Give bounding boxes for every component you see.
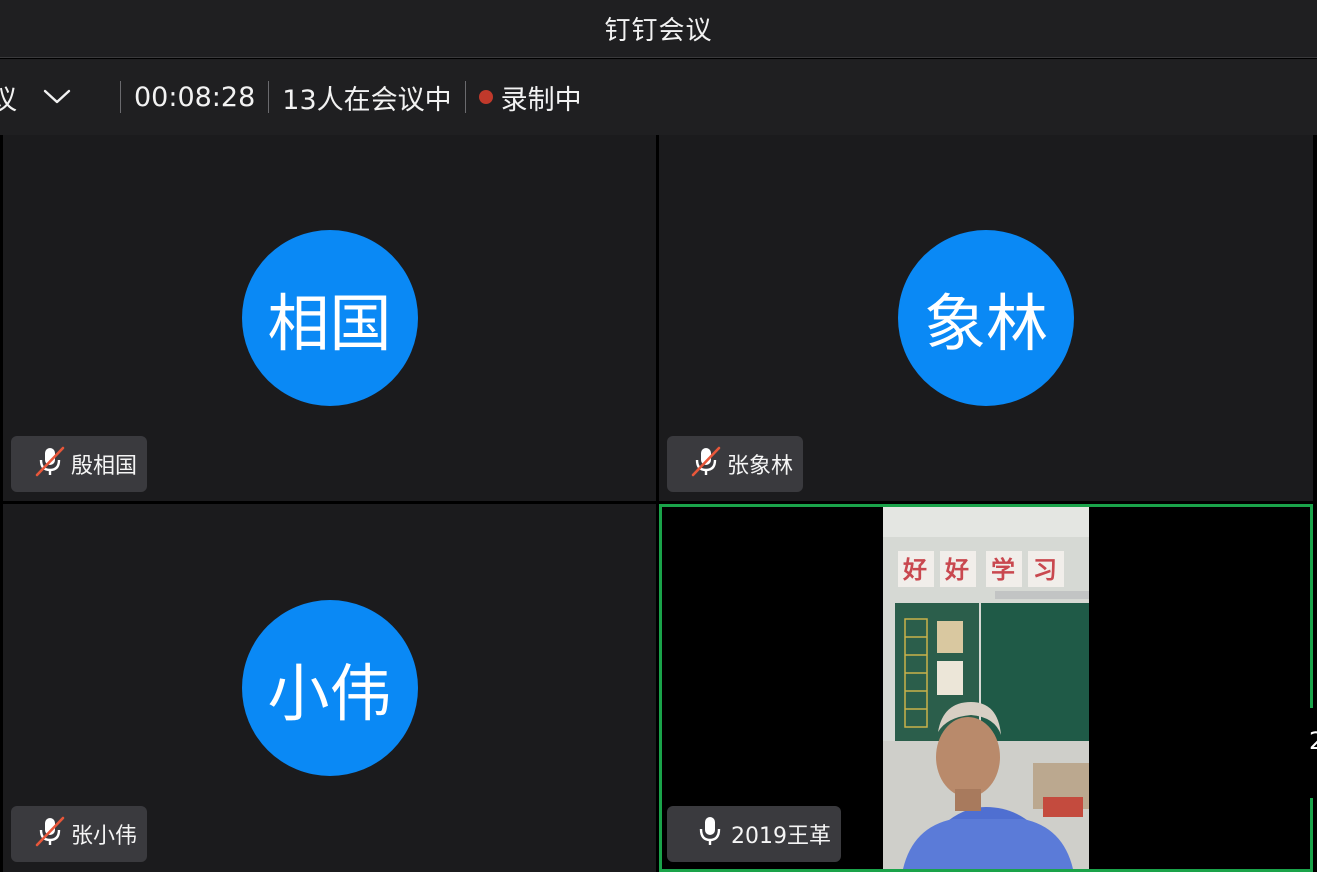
- participant-tile[interactable]: 相国 殷相国: [3, 135, 656, 501]
- banner-char: 好: [902, 556, 927, 584]
- title-bar: 钉钉会议: [0, 0, 1317, 58]
- banner-char: 习: [1033, 556, 1057, 584]
- chevron-down-icon[interactable]: [37, 77, 77, 117]
- participant-nameplate: 2019王革: [667, 806, 841, 862]
- participant-name: 张象林: [727, 454, 794, 479]
- divider: [268, 81, 270, 113]
- divider: [464, 81, 466, 113]
- participant-nameplate: 殷相国: [11, 436, 148, 492]
- camera-video: 好 好 学 习: [883, 507, 1089, 869]
- recording-dot-icon: [478, 90, 493, 104]
- mic-muted-icon: [33, 814, 71, 854]
- participant-tile[interactable]: 象林 张象林: [659, 135, 1313, 501]
- elapsed-time: 00:08:28: [134, 81, 256, 113]
- participant-name: 张小伟: [71, 824, 138, 849]
- mic-muted-icon: [33, 444, 71, 484]
- side-page-label[interactable]: 2: [1309, 727, 1317, 755]
- participant-tile[interactable]: 小伟 张小伟: [3, 504, 656, 872]
- microphone-icon: [693, 814, 731, 854]
- banner-char: 好: [944, 556, 969, 584]
- avatar: 小伟: [241, 600, 418, 776]
- video-grid: 相国 殷相国 象林 张象林 小伟 张小伟 好 好 学 习 2019王革: [0, 135, 1317, 872]
- mic-muted-icon: [689, 444, 727, 484]
- divider: [120, 81, 121, 113]
- window-title: 钉钉会议: [604, 16, 713, 46]
- participant-nameplate: 张象林: [667, 436, 804, 492]
- active-speaker-tile[interactable]: 好 好 学 习 2019王革: [659, 504, 1313, 872]
- participant-nameplate: 张小伟: [11, 806, 148, 862]
- banner-char: 学: [991, 556, 1015, 584]
- meeting-name[interactable]: 议: [0, 78, 17, 117]
- participant-name: 2019王革: [731, 824, 831, 849]
- avatar: 相国: [241, 230, 418, 406]
- avatar: 象林: [898, 230, 1074, 406]
- participant-name: 殷相国: [71, 454, 138, 479]
- meeting-toolbar: 议 00:08:28 13人在会议中 录制中: [0, 59, 1317, 135]
- recording-status[interactable]: 录制中: [501, 78, 582, 117]
- participant-count[interactable]: 13人在会议中: [282, 78, 451, 117]
